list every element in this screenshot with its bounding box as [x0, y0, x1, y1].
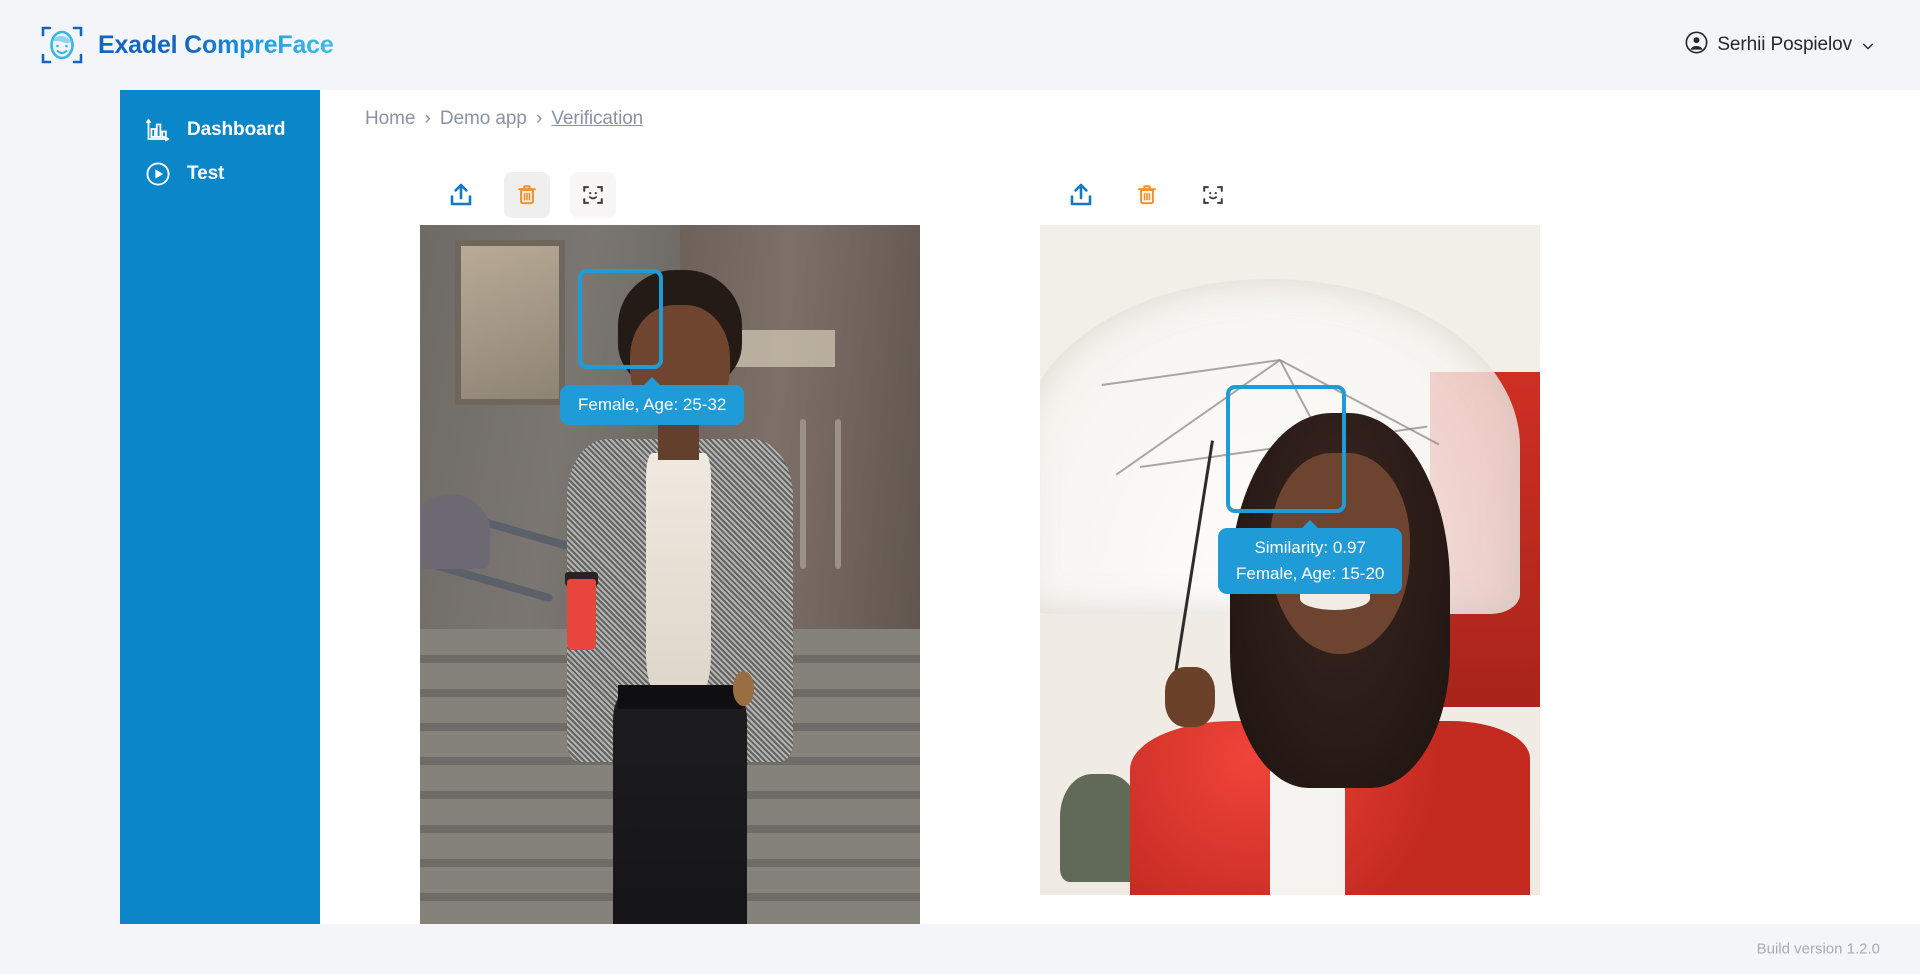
face-bounding-box — [1226, 385, 1346, 513]
breadcrumb-separator: › — [535, 108, 543, 129]
delete-button[interactable] — [1124, 172, 1170, 218]
sidebar-item-test[interactable]: Test — [120, 152, 320, 196]
breadcrumb-separator: › — [424, 108, 431, 129]
brand: Exadel CompreFace — [40, 23, 334, 67]
app-footer: Build version 1.2.0 — [0, 924, 1920, 974]
delete-button[interactable] — [504, 172, 550, 218]
left-image-toolbar — [420, 165, 920, 225]
brand-title: Exadel CompreFace — [98, 30, 334, 59]
app-header: Exadel CompreFace Serhii Pospielov — [0, 0, 1920, 90]
chevron-down-icon[interactable] — [1861, 39, 1874, 52]
right-image-toolbar — [1040, 165, 1540, 225]
breadcrumb-item-demo-app[interactable]: Demo app — [440, 108, 527, 129]
upload-button[interactable] — [438, 172, 484, 218]
tooltip-line: Female, Age: 25-32 — [578, 395, 727, 414]
face-tooltip: Similarity: 0.97 Female, Age: 15-20 — [1218, 528, 1403, 594]
breadcrumb-item-home[interactable]: Home — [365, 108, 415, 129]
verification-target-pane: Similarity: 0.97 Female, Age: 15-20 — [1040, 165, 1540, 895]
tooltip-line-attributes: Female, Age: 15-20 — [1236, 564, 1385, 583]
build-version: Build version 1.2.0 — [1756, 940, 1880, 958]
user-name: Serhii Pospielov — [1717, 34, 1852, 55]
target-image[interactable]: Similarity: 0.97 Female, Age: 15-20 — [1040, 225, 1540, 895]
sidebar: Dashboard Test — [120, 90, 320, 925]
sidebar-item-label: Test — [187, 163, 225, 184]
face-bounding-box — [578, 269, 663, 369]
upload-button[interactable] — [1058, 172, 1104, 218]
face-tooltip: Female, Age: 25-32 — [560, 385, 745, 425]
face-scan-button[interactable] — [570, 172, 616, 218]
main-content: Home › Demo app › Verification Female, A… — [320, 90, 1920, 973]
tooltip-line-similarity: Similarity: 0.97 — [1254, 538, 1366, 557]
user-menu[interactable]: Serhii Pospielov — [1685, 31, 1874, 59]
source-photo-content — [420, 225, 920, 973]
face-scan-button[interactable] — [1190, 172, 1236, 218]
user-circle-icon — [1685, 31, 1708, 59]
breadcrumb-item-verification[interactable]: Verification — [551, 108, 643, 129]
bar-chart-icon — [145, 117, 171, 143]
verification-source-pane: Female, Age: 25-32 — [420, 165, 920, 973]
sidebar-item-dashboard[interactable]: Dashboard — [120, 108, 320, 152]
sidebar-item-label: Dashboard — [187, 119, 286, 140]
play-circle-icon — [145, 161, 171, 187]
source-image[interactable]: Female, Age: 25-32 — [420, 225, 920, 973]
breadcrumb: Home › Demo app › Verification — [365, 108, 643, 130]
face-scan-logo-icon — [40, 23, 84, 67]
